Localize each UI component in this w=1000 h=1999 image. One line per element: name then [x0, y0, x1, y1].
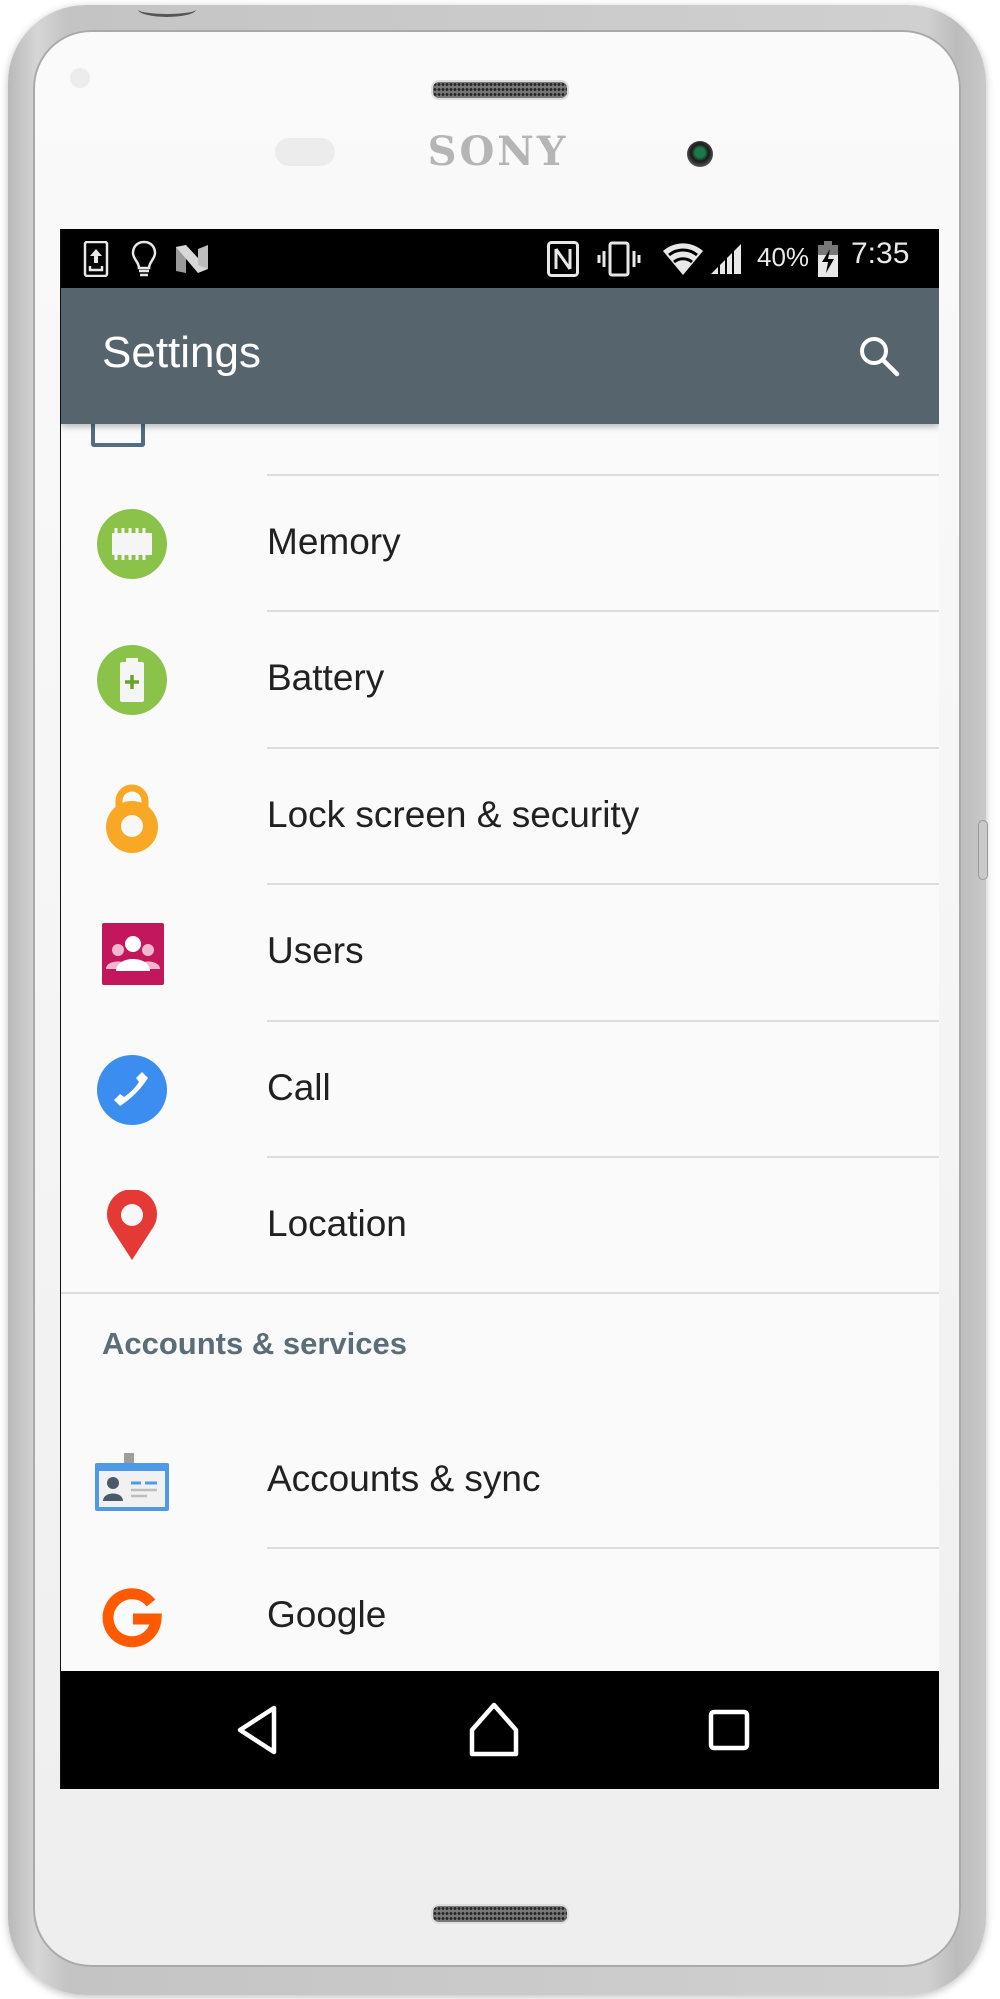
screen: 40% 7:35 Settings Memory Battery Lock sc…	[60, 229, 939, 1789]
list-item-label: Users	[267, 930, 364, 971]
battery-icon	[96, 644, 168, 716]
lock-icon	[96, 781, 168, 853]
bottom-speaker	[431, 1904, 569, 1924]
list-item-battery[interactable]: Battery	[61, 611, 939, 747]
list-item-label: Google	[267, 1594, 387, 1635]
brand-logo: SONY	[427, 128, 569, 175]
home-icon	[469, 1702, 519, 1757]
list-item-label: Memory	[267, 521, 401, 562]
list-item-memory[interactable]: Memory	[61, 475, 939, 611]
list-item-accounts-sync[interactable]: Accounts & sync	[61, 1412, 939, 1548]
front-camera	[687, 141, 713, 167]
storage-icon	[91, 421, 145, 447]
google-icon	[96, 1581, 168, 1653]
accounts-sync-icon	[91, 1445, 171, 1517]
signal-icon	[709, 241, 743, 277]
users-icon	[96, 917, 168, 989]
list-item-users[interactable]: Users	[61, 884, 939, 1020]
list-item-lock-screen-security[interactable]: Lock screen & security	[61, 748, 939, 884]
list-item-label: Lock screen & security	[267, 794, 640, 835]
search-button[interactable]	[847, 324, 911, 388]
recents-button[interactable]	[694, 1695, 764, 1765]
section-divider	[61, 1292, 939, 1294]
home-button[interactable]	[459, 1695, 529, 1765]
list-item-label: Location	[267, 1203, 407, 1244]
screen-upload-icon	[83, 241, 109, 277]
location-pin-icon	[96, 1190, 168, 1262]
clock: 7:35	[851, 237, 910, 270]
navigation-bar	[61, 1671, 939, 1789]
app-bar: Settings	[61, 288, 939, 424]
status-bar: 40% 7:35	[61, 229, 939, 288]
nfc-icon	[547, 241, 579, 277]
light-sensor	[70, 68, 90, 88]
call-icon	[96, 1054, 168, 1126]
list-item-google[interactable]: Google	[61, 1548, 939, 1684]
proximity-sensor	[275, 138, 335, 166]
recents-icon	[708, 1709, 750, 1751]
earpiece-speaker	[431, 80, 569, 100]
wifi-icon	[663, 241, 703, 277]
battery-charging-icon	[817, 241, 839, 277]
list-item-location[interactable]: Location	[61, 1157, 939, 1293]
page-title: Settings	[102, 328, 261, 377]
list-item-call[interactable]: Call	[61, 1021, 939, 1157]
android-n-icon	[174, 241, 210, 277]
list-item-label: Battery	[267, 657, 385, 698]
vibrate-icon	[597, 241, 641, 277]
search-icon	[860, 337, 900, 377]
phone-top-notch	[138, 2, 196, 17]
list-item-label: Accounts & sync	[267, 1458, 541, 1499]
battery-percent: 40%	[757, 242, 810, 272]
section-header-accounts-services: Accounts & services	[102, 1326, 407, 1361]
back-icon	[237, 1705, 277, 1755]
back-button[interactable]	[223, 1695, 293, 1765]
list-item-label: Call	[267, 1067, 331, 1108]
lightbulb-icon	[131, 240, 157, 277]
power-button	[978, 820, 988, 880]
memory-icon	[96, 508, 168, 580]
